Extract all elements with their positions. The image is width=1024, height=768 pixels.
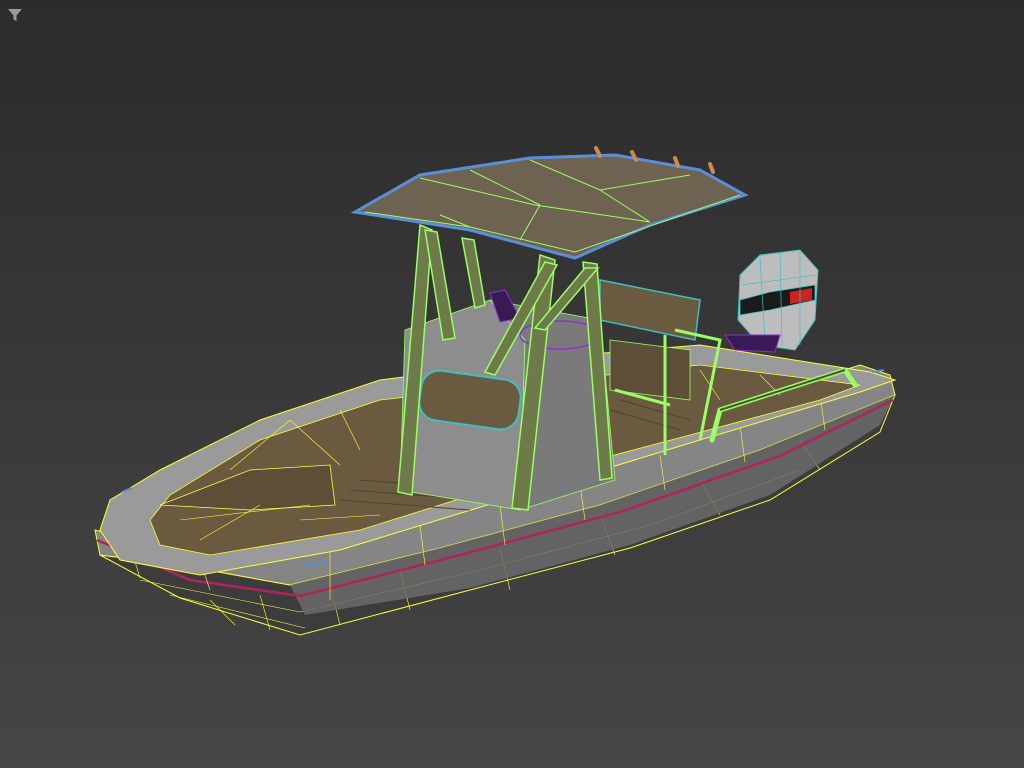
- t-top-roof: [350, 153, 749, 260]
- boat-model[interactable]: [0, 0, 1024, 768]
- engine-mount: [724, 334, 781, 353]
- 3d-viewport[interactable]: [0, 0, 1024, 768]
